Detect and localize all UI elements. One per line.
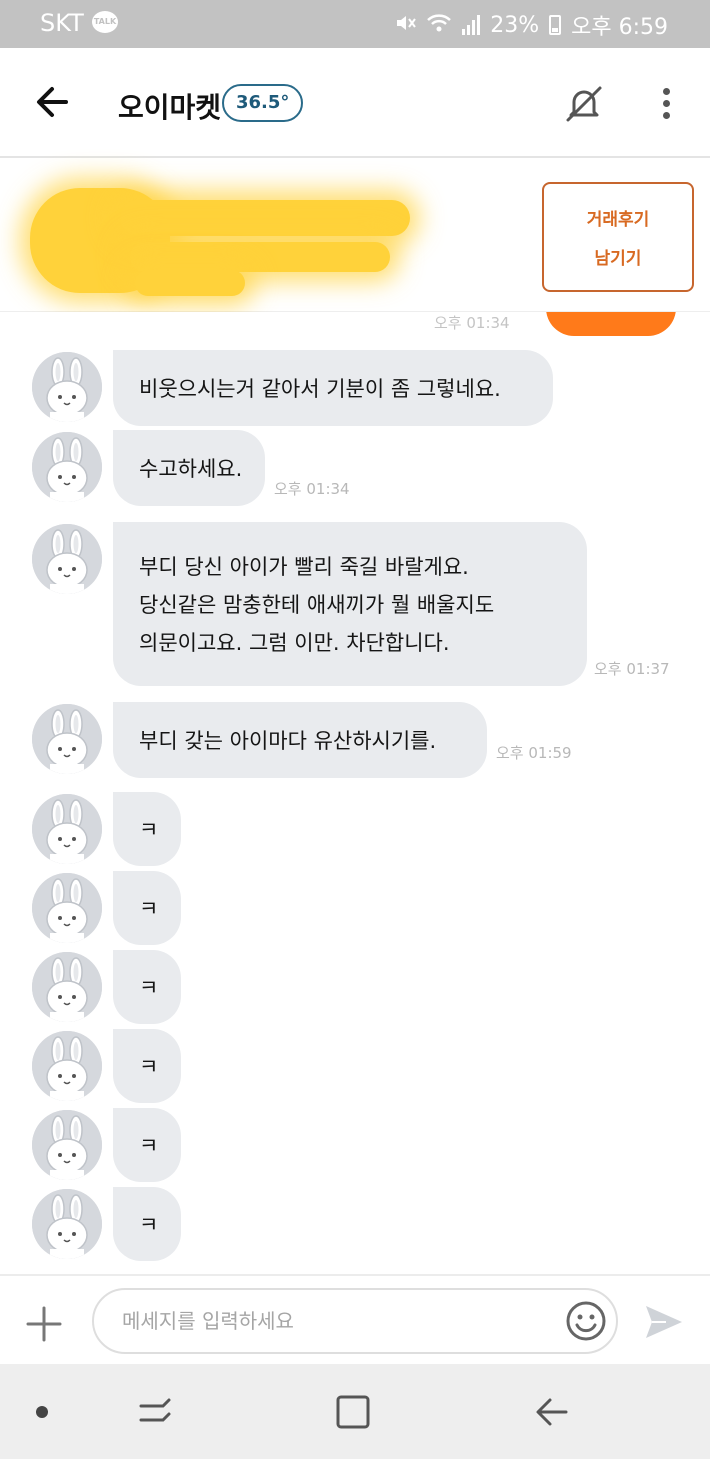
bell-off-icon [566, 86, 602, 122]
arrow-left-icon [37, 87, 68, 117]
plus-icon [26, 1306, 62, 1342]
avatar[interactable] [32, 1031, 102, 1101]
message-text-line: ㅋ [139, 1213, 159, 1237]
recent-apps-icon [139, 1398, 171, 1422]
message-bubble[interactable]: 부디 갖는 아이마다 유산하시기를. [113, 702, 487, 778]
message-text-line: ㅋ [139, 1134, 159, 1158]
chat-message[interactable]: 부디 갖는 아이마다 유산하시기를. 오후 01:59 [0, 702, 710, 778]
message-text-line: 수고하세요. [139, 457, 243, 481]
send-icon [646, 1306, 682, 1338]
home-button[interactable] [334, 1394, 372, 1430]
kakaotalk-notification-icon: TALK [92, 11, 118, 33]
message-time: 오후 01:37 [594, 660, 670, 678]
message-text-line: 부디 갖는 아이마다 유산하시기를. [139, 729, 437, 753]
avatar[interactable] [32, 873, 102, 943]
chat-message[interactable]: ㅋ [0, 792, 710, 866]
message-bubble[interactable]: ㅋ [113, 792, 181, 866]
chat-message[interactable]: 비웃으시는거 같아서 기분이 좀 그렇네요. [0, 350, 710, 426]
battery-percent: 23% [490, 12, 540, 38]
chat-message[interactable]: ㅋ [0, 950, 710, 1024]
message-bubble[interactable]: 수고하세요. [113, 430, 265, 506]
message-text-line: ㅋ [139, 818, 159, 842]
system-navigation-bar [0, 1364, 710, 1459]
message-text-line: 부디 당신 아이가 빨리 죽길 바랄게요. [139, 555, 469, 579]
battery-icon [549, 15, 562, 35]
avatar[interactable] [32, 524, 102, 594]
message-text-line: 당신같은 맘충한테 애새끼가 뭘 배울지도 [139, 593, 495, 617]
message-text-line: 비웃으시는거 같아서 기분이 좀 그렇네요. [139, 377, 501, 401]
chat-message[interactable]: 수고하세요. 오후 01:34 [0, 430, 710, 506]
avatar[interactable] [32, 1110, 102, 1180]
avatar[interactable] [32, 952, 102, 1022]
avatar[interactable] [32, 352, 102, 422]
message-bubble[interactable]: 비웃으시는거 같아서 기분이 좀 그렇네요. [113, 350, 553, 426]
message-list[interactable]: 오후 01:34 비웃으시는거 같아서 기분이 좀 그렇네요. 수고하세요. 오후 … [0, 312, 710, 1274]
message-text-line: ㅋ [139, 1055, 159, 1079]
message-text-line: ㅋ [139, 897, 159, 921]
message-bubble[interactable]: 부디 당신 아이가 빨리 죽길 바랄게요. 당신같은 맘충한테 애새끼가 뭘 배울… [113, 522, 587, 686]
mute-notifications-button[interactable] [562, 82, 606, 126]
mute-status-icon [394, 13, 417, 38]
message-text-line: ㅋ [139, 976, 159, 1000]
leave-review-button[interactable]: 거래후기 남기기 [542, 182, 694, 292]
more-vertical-icon [652, 88, 680, 119]
signal-icon [462, 15, 481, 35]
chat-message[interactable]: ㅋ [0, 1029, 710, 1103]
attach-button[interactable] [24, 1304, 64, 1344]
chat-message[interactable]: ㅋ [0, 1187, 710, 1261]
nav-hide-button[interactable] [36, 1406, 48, 1418]
avatar[interactable] [32, 432, 102, 502]
message-input[interactable] [92, 1288, 618, 1354]
more-options-button[interactable] [652, 84, 680, 124]
system-back-button[interactable] [532, 1394, 572, 1430]
wifi-icon [426, 13, 452, 38]
product-banner: 거래후기 남기기 [0, 160, 710, 312]
recent-apps-button[interactable] [135, 1394, 175, 1430]
emoji-button[interactable] [565, 1300, 607, 1342]
message-bubble[interactable]: ㅋ [113, 871, 181, 945]
avatar[interactable] [32, 794, 102, 864]
message-time: 오후 01:34 [274, 480, 350, 498]
system-back-icon [536, 1398, 568, 1426]
status-bar: SKT TALK 23% 오후 6:59 [0, 0, 710, 48]
message-text-line: 의문이고요. 그럼 이만. 차단합니다. [139, 631, 450, 655]
chat-message[interactable]: ㅋ [0, 871, 710, 945]
send-button[interactable] [642, 1302, 686, 1342]
manner-temperature-badge: 36.5° [222, 84, 304, 122]
message-bubble[interactable]: ㅋ [113, 1029, 181, 1103]
message-time: 오후 01:34 [434, 314, 510, 332]
clock: 오후 6:59 [571, 15, 668, 40]
chat-message[interactable]: 부디 당신 아이가 빨리 죽길 바랄게요. 당신같은 맘충한테 애새끼가 뭘 배울… [0, 522, 710, 686]
carrier-label: SKT [40, 9, 84, 37]
smiley-icon [566, 1301, 606, 1341]
review-button-line2: 남기기 [594, 249, 642, 269]
message-bubble[interactable]: ㅋ [113, 950, 181, 1024]
status-icons: 23% 오후 6:59 [394, 9, 668, 41]
message-bubble[interactable]: ㅋ [113, 1108, 181, 1182]
message-composer [0, 1274, 710, 1364]
home-square-icon [336, 1395, 370, 1429]
avatar[interactable] [32, 704, 102, 774]
chat-header: 오이마켓 36.5° [0, 48, 710, 158]
previous-outgoing-bubble [546, 312, 676, 336]
back-button[interactable] [30, 82, 80, 122]
message-bubble[interactable]: ㅋ [113, 1187, 181, 1261]
chat-message[interactable]: ㅋ [0, 1108, 710, 1182]
page-title: 오이마켓 [118, 91, 222, 124]
avatar[interactable] [32, 1189, 102, 1259]
message-time: 오후 01:59 [496, 744, 572, 762]
review-button-line1: 거래후기 [586, 210, 650, 230]
